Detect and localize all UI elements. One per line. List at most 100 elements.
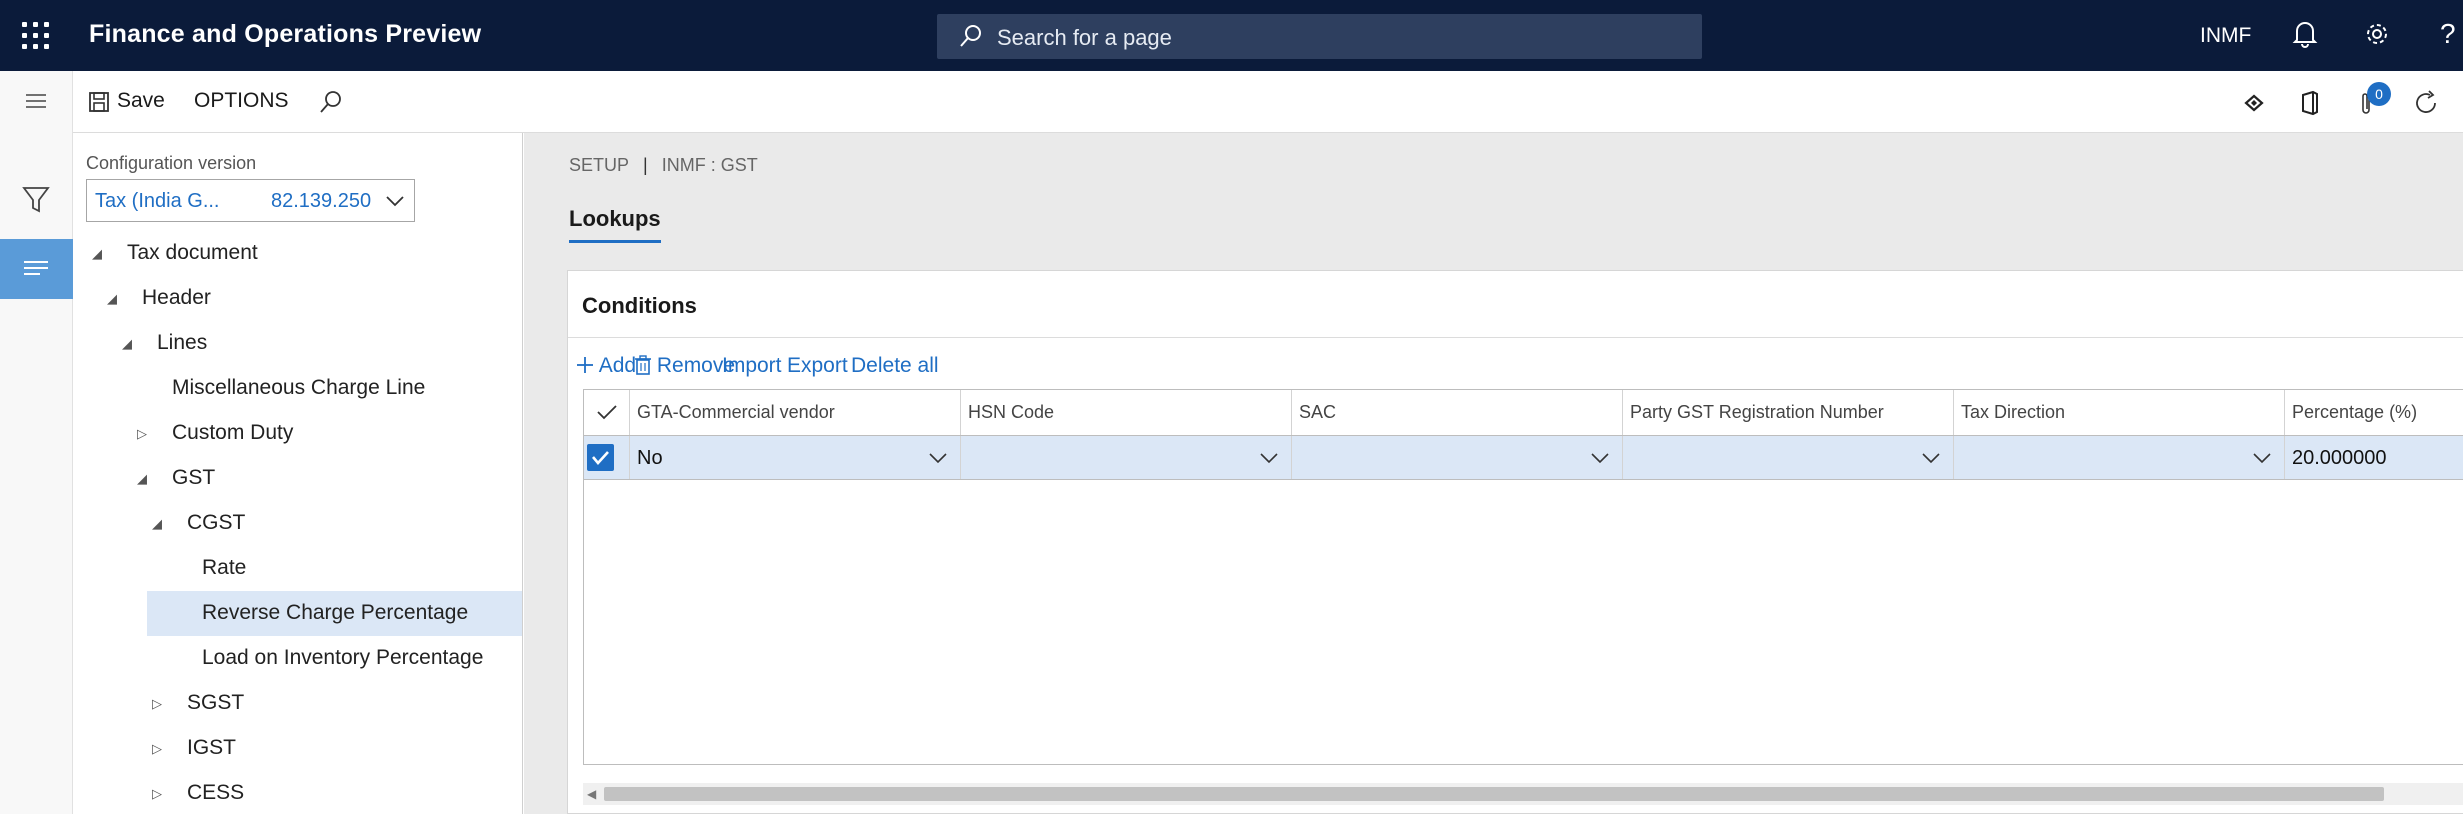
tax-direction-dropdown[interactable] — [1954, 436, 2285, 479]
party-gst-registration-number-dropdown[interactable] — [1623, 436, 1954, 479]
company-selector[interactable]: INMF — [2200, 24, 2251, 48]
bell-icon[interactable] — [2292, 20, 2318, 53]
column-header-label: Party GST Registration Number — [1630, 402, 1884, 422]
chevron-down-icon — [384, 190, 406, 217]
chevron-down-icon — [928, 448, 948, 473]
main-content-area: SETUP | INMF : GST Lookups Conditions Add … — [524, 133, 2463, 814]
add-button[interactable]: Add — [576, 354, 636, 378]
column-header-label: SAC — [1299, 402, 1337, 422]
collapse-triangle-icon[interactable]: ▷ — [152, 696, 162, 712]
page-search-box[interactable]: Search for a page — [937, 14, 1702, 59]
cell-value: 20.000000 — [2292, 447, 2387, 469]
chevron-down-icon — [1921, 448, 1941, 473]
tree-node-igst[interactable]: ▷ IGST — [74, 726, 522, 771]
column-header-label: Tax Direction — [1961, 402, 2066, 422]
column-header-party-gst-registration-number[interactable]: Party GST Registration Number — [1623, 390, 1954, 435]
options-button[interactable]: OPTIONS — [194, 89, 289, 113]
tab-lookups[interactable]: Lookups — [569, 206, 661, 243]
expand-triangle-icon[interactable]: ◢ — [107, 291, 117, 307]
collapse-triangle-icon[interactable]: ▷ — [152, 741, 162, 757]
tree-node-header[interactable]: ◢ Header — [74, 276, 522, 321]
filter-icon[interactable] — [0, 170, 73, 230]
search-icon[interactable] — [319, 90, 343, 119]
app-launcher-icon[interactable] — [22, 22, 50, 50]
chevron-down-icon — [1259, 448, 1279, 473]
column-header-hsn-code[interactable]: HSN Code — [961, 390, 1292, 435]
expand-triangle-icon[interactable]: ◢ — [152, 516, 162, 532]
cell-value: No — [637, 447, 663, 469]
save-button[interactable]: Save — [117, 89, 165, 113]
tree-node-custom-duty[interactable]: ▷ Custom Duty — [74, 411, 522, 456]
scroll-left-arrow-icon[interactable]: ◀ — [587, 787, 596, 801]
configuration-version-label: Configuration version — [86, 153, 257, 173]
export-button[interactable]: Export — [787, 354, 848, 378]
tree-node-load-on-inventory-percentage[interactable]: Load on Inventory Percentage — [74, 636, 522, 681]
tree-node-gst[interactable]: ◢ GST — [74, 456, 522, 501]
tree-node-label: Miscellaneous Charge Line — [172, 376, 426, 399]
collapse-triangle-icon[interactable]: ▷ — [137, 426, 147, 442]
action-pane: Save OPTIONS — [73, 71, 2463, 133]
hsn-code-dropdown[interactable] — [961, 436, 1292, 479]
tree-node-label: CGST — [187, 511, 246, 534]
tree-node-rate[interactable]: Rate — [74, 546, 522, 591]
column-header-sac[interactable]: SAC — [1292, 390, 1623, 435]
percentage-field[interactable]: 20.000000 — [2285, 436, 2463, 479]
delete-all-button[interactable]: Delete all — [851, 354, 939, 378]
column-header-gta-commercial-vendor[interactable]: GTA-Commercial vendor — [630, 390, 961, 435]
office-icon[interactable] — [2300, 90, 2320, 121]
configuration-name: Tax (India G... — [95, 190, 220, 212]
column-header-tax-direction[interactable]: Tax Direction — [1954, 390, 2285, 435]
tree-node-cgst[interactable]: ◢ CGST — [74, 501, 522, 546]
tree-node-label: Header — [142, 286, 211, 309]
sac-dropdown[interactable] — [1292, 436, 1623, 479]
gta-commercial-vendor-dropdown[interactable]: No — [630, 436, 961, 479]
save-icon[interactable] — [88, 91, 110, 118]
import-button[interactable]: Import — [722, 354, 782, 378]
horizontal-scrollbar[interactable]: ◀ — [583, 783, 2463, 805]
tree-node-reverse-charge-percentage[interactable]: Reverse Charge Percentage — [147, 591, 522, 636]
collapse-triangle-icon[interactable]: ▷ — [152, 786, 162, 802]
column-header-label: HSN Code — [968, 402, 1055, 422]
select-all-checkbox[interactable] — [584, 390, 630, 435]
row-select-cell[interactable] — [584, 436, 630, 479]
expand-triangle-icon[interactable]: ◢ — [92, 246, 102, 262]
tree-node-sgst[interactable]: ▷ SGST — [74, 681, 522, 726]
plus-icon — [577, 357, 593, 373]
tree-node-miscellaneous-charge-line[interactable]: Miscellaneous Charge Line — [74, 366, 522, 411]
diamond-icon[interactable] — [2243, 93, 2265, 118]
configuration-version-select[interactable]: Tax (India G... 82.139.250 — [86, 179, 415, 222]
scrollbar-thumb[interactable] — [604, 787, 2384, 801]
tree-node-label: IGST — [187, 736, 237, 759]
tree-node-label: Custom Duty — [172, 421, 294, 444]
gear-icon[interactable] — [2363, 20, 2391, 53]
expand-triangle-icon[interactable]: ◢ — [122, 336, 132, 352]
tree-node-label: CESS — [187, 781, 245, 804]
column-header-label: Percentage (%) — [2292, 402, 2418, 422]
conditions-grid: GTA-Commercial vendor HSN Code SAC Party… — [583, 389, 2463, 765]
notification-count-badge: 0 — [2367, 82, 2391, 106]
conditions-title: Conditions — [582, 293, 697, 318]
list-icon[interactable] — [0, 239, 73, 299]
breadcrumb: SETUP | INMF : GST — [569, 155, 758, 176]
trash-icon — [635, 355, 651, 375]
breadcrumb-separator: | — [643, 155, 648, 175]
refresh-icon[interactable] — [2413, 89, 2441, 122]
checkmark-icon — [592, 451, 609, 465]
tree-node-label: GST — [172, 466, 216, 489]
help-icon[interactable]: ? — [2440, 18, 2456, 50]
navigation-rail — [0, 71, 73, 814]
expand-triangle-icon[interactable]: ◢ — [137, 471, 147, 487]
remove-button[interactable]: Remove — [635, 354, 735, 378]
tree-node-label: Lines — [157, 331, 208, 354]
chevron-down-icon — [1590, 448, 1610, 473]
divider — [568, 337, 2463, 338]
table-row[interactable]: No 20.000000 — [584, 435, 2463, 480]
tree-node-lines[interactable]: ◢ Lines — [74, 321, 522, 366]
row-checkbox[interactable] — [587, 444, 614, 471]
tree-node-tax-document[interactable]: ◢ Tax document — [74, 231, 522, 276]
column-header-percentage[interactable]: Percentage (%) — [2285, 390, 2463, 435]
hamburger-icon[interactable] — [0, 71, 73, 131]
breadcrumb-setup: SETUP — [569, 155, 630, 175]
tree-node-cess[interactable]: ▷ CESS — [74, 771, 522, 814]
tree-node-label: SGST — [187, 691, 245, 714]
